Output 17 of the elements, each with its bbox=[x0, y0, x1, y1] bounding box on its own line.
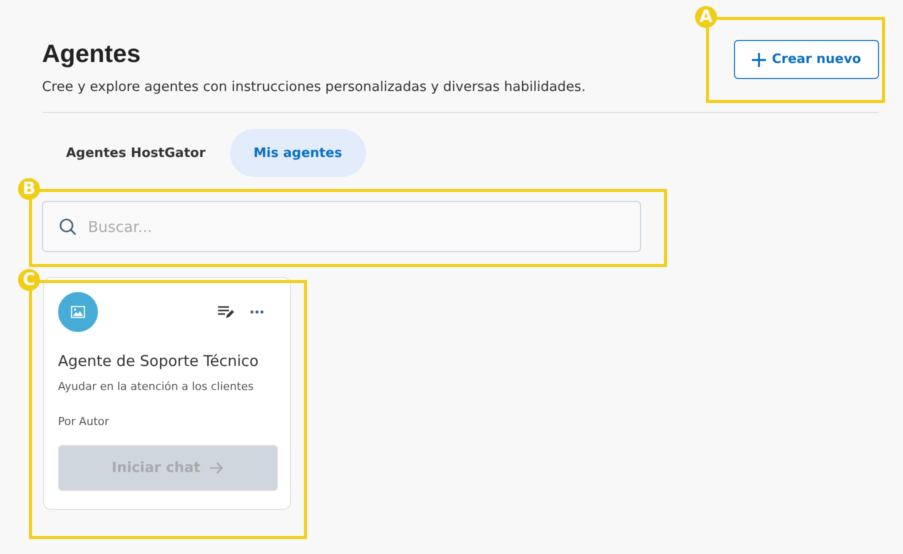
create-new-button[interactable]: Crear nuevo bbox=[734, 40, 879, 79]
arrow-right-icon bbox=[210, 462, 224, 474]
callout-badge: C bbox=[18, 269, 40, 291]
agent-author: Por Autor bbox=[58, 415, 110, 428]
callout-badge: A bbox=[695, 6, 717, 28]
more-icon[interactable] bbox=[250, 310, 264, 314]
callout-badge: B bbox=[18, 178, 40, 200]
plus-icon bbox=[752, 52, 766, 66]
tab[interactable]: Agentes HostGator bbox=[42, 129, 230, 177]
image-icon bbox=[58, 292, 98, 332]
edit-list-icon[interactable] bbox=[218, 305, 234, 319]
agent-name: Agente de Soporte Técnico bbox=[58, 352, 260, 370]
page-subtitle: Cree y explore agentes con instrucciones personalizadas y diversas habilidades. bbox=[42, 79, 586, 95]
tab[interactable]: Mis agentes bbox=[230, 129, 366, 177]
agent-description: Ayudar en la atención a los clientes bbox=[58, 380, 255, 393]
search-field[interactable]: Buscar... bbox=[42, 201, 641, 252]
page-title: Agentes bbox=[42, 40, 142, 69]
